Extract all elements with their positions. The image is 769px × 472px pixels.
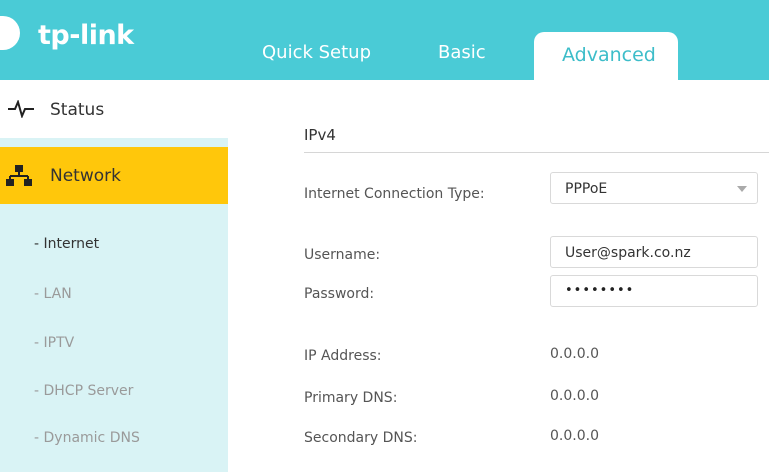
sidebar-item-status-label: Status [50,100,105,120]
connection-type-value: PPPoE [565,181,608,197]
tab-advanced[interactable]: Advanced [534,32,678,82]
network-icon [6,165,32,186]
status-pulse-icon [8,100,34,118]
logo-mark-icon [0,16,20,50]
ip-address-label: IP Address: [304,348,382,364]
logo-text: tp-link [38,20,134,51]
username-label: Username: [304,247,381,263]
password-input[interactable]: •••••••• [550,275,758,307]
connection-type-select[interactable]: PPPoE [550,172,758,204]
sidebar-subitem-dhcp-server[interactable]: - DHCP Server [34,383,133,399]
chevron-down-icon [737,186,747,192]
password-label: Password: [304,286,375,302]
tab-advanced-label: Advanced [562,44,656,66]
sidebar-item-status[interactable]: Status [0,80,246,138]
sidebar-item-network[interactable]: Network [0,147,228,204]
secondary-dns-value: 0.0.0.0 [550,428,599,444]
sidebar-subitem-lan[interactable]: - LAN [34,286,72,302]
sidebar-subitem-iptv[interactable]: - IPTV [34,335,74,351]
username-value: User@spark.co.nz [565,245,691,261]
tab-quick-setup[interactable]: Quick Setup [262,42,371,63]
main-content: IPv4 Internet Connection Type: PPPoE Use… [246,80,769,472]
tab-basic[interactable]: Basic [438,42,486,63]
username-input[interactable]: User@spark.co.nz [550,236,758,268]
top-header: tp-link Quick Setup Basic Advanced [0,0,769,82]
secondary-dns-label: Secondary DNS: [304,430,418,446]
password-masked-value: •••••••• [565,283,635,298]
sidebar-subitem-dynamic-dns[interactable]: - Dynamic DNS [34,430,140,446]
primary-dns-value: 0.0.0.0 [550,388,599,404]
section-title: IPv4 [304,126,336,144]
connection-type-label: Internet Connection Type: [304,186,485,202]
sidebar-subitem-internet[interactable]: - Internet [34,236,99,252]
sidebar: Status Network - Internet - LAN - IPTV -… [0,80,246,472]
sidebar-item-network-label: Network [50,166,121,186]
primary-dns-label: Primary DNS: [304,390,398,406]
tp-link-logo[interactable]: tp-link [0,10,200,60]
section-divider [304,152,769,153]
ip-address-value: 0.0.0.0 [550,346,599,362]
